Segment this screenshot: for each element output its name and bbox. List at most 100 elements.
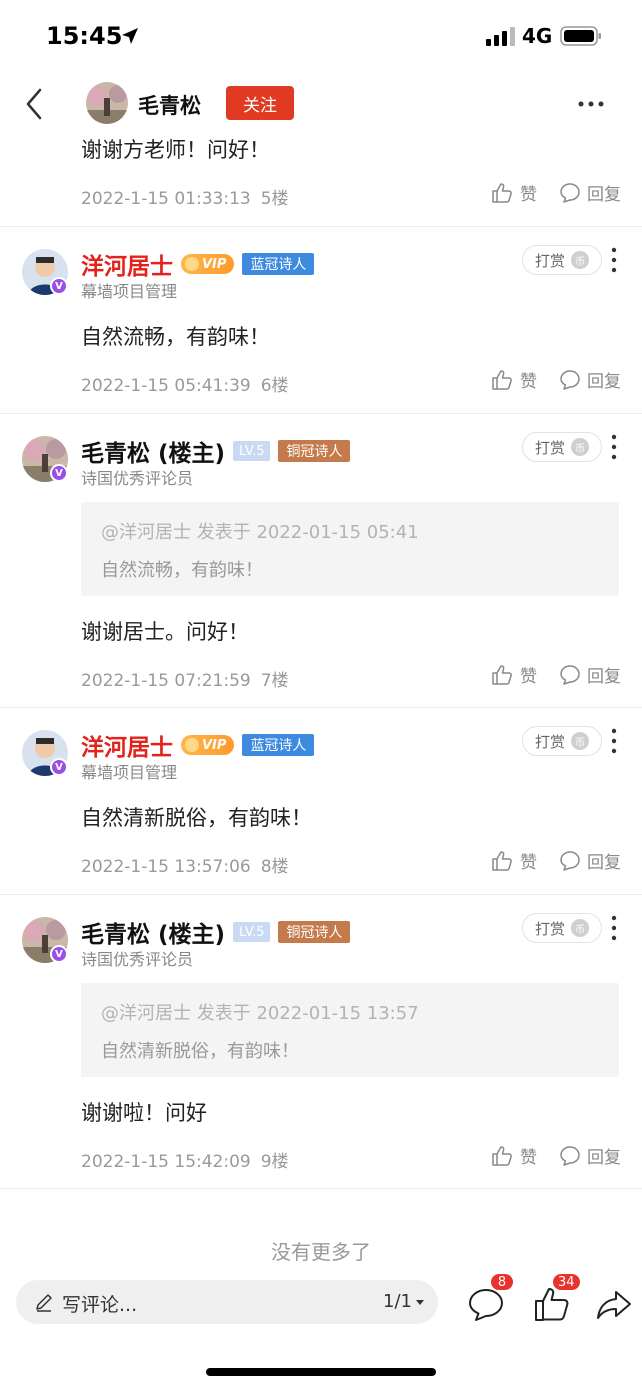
like-label: 赞 [520,667,537,687]
nav-bar: 毛青松 关注 [0,76,642,132]
like-button[interactable]: 赞 [490,180,537,205]
comment-meta: 2022-1-15 13:57:06 8楼 赞 回复 [81,848,621,878]
page-indicator[interactable]: 1/1 [383,1291,426,1312]
nav-author-name: 毛青松 [138,94,201,118]
author-line: 毛青松 (楼主) LV.5 铜冠诗人 [81,434,351,468]
comment-text: 自然流畅，有韵味！ [81,325,270,349]
quote-header: @洋河居士 发表于 2022-01-15 13:57 [101,1003,419,1024]
vip-coin-icon [185,738,199,752]
more-vertical-icon[interactable] [608,728,620,754]
author-name[interactable]: 洋河居士 [81,247,173,281]
vip-badge: VIP [181,254,235,274]
tip-button[interactable]: 打赏币 [522,432,602,462]
coin-icon: 币 [571,251,589,269]
vip-badge: VIP [181,735,235,755]
reply-label: 回复 [587,667,621,687]
vip-coin-icon [185,257,199,271]
more-vertical-icon[interactable] [608,434,620,460]
comment-bubble-icon [560,664,580,685]
verified-badge: V [50,277,68,295]
battery-icon [560,26,601,46]
reply-button[interactable]: 回复 [559,367,621,392]
comment-date: 2022-1-15 13:57:06 [81,857,251,877]
like-button[interactable]: 赞 [490,848,537,873]
comment-bubble-icon [560,850,580,871]
floor-number: 8楼 [260,857,289,877]
author-subtitle: 幕墙项目管理 [81,282,178,301]
reply-text: 谢谢方老师！问好！ [81,138,270,162]
comment-placeholder: 写评论... [62,1294,138,1316]
location-arrow-icon [122,28,138,44]
reply-label: 回复 [587,372,621,392]
reply-button[interactable]: 回复 [559,180,621,205]
title-tag: 铜冠诗人 [278,921,351,943]
home-indicator [206,1368,436,1376]
quote-header: @洋河居士 发表于 2022-01-15 05:41 [101,522,419,543]
reply-button[interactable]: 回复 [559,662,621,687]
comment-meta: 2022-1-15 07:21:59 7楼 赞 回复 [81,662,621,692]
floor-number: 7楼 [260,671,289,691]
like-count-badge: 34 [552,1273,581,1291]
comment-item: V 毛青松 (楼主) LV.5 铜冠诗人 诗国优秀评论员 打赏币 @洋河居士 发… [0,414,642,707]
no-more-label: 没有更多了 [271,1240,371,1264]
reply-label: 回复 [587,1148,621,1168]
follow-button[interactable]: 关注 [226,86,294,120]
reply-meta: 2022-1-15 01:33:13 5楼 赞 回复 [81,180,621,210]
level-tag: LV.5 [233,441,271,461]
verified-badge: V [50,945,68,963]
like-button[interactable]: 赞 [490,662,537,687]
comment-date: 2022-1-15 05:41:39 [81,376,251,396]
like-label: 赞 [520,185,537,205]
comment-bubble-icon [560,1145,580,1166]
reply-button[interactable]: 回复 [559,1143,621,1168]
comment-meta: 2022-1-15 15:42:09 9楼 赞 回复 [81,1143,621,1173]
back-arrow-icon[interactable] [22,86,46,122]
comment-input[interactable]: 写评论... 1/1 [16,1280,438,1324]
like-label: 赞 [520,1148,537,1168]
reply-button[interactable]: 回复 [559,848,621,873]
comment-item: V 洋河居士 VIP 蓝冠诗人 幕墙项目管理 打赏币 自然清新脱俗，有韵味！ 2… [0,708,642,894]
comment-meta: 2022-1-15 05:41:39 6楼 赞 回复 [81,367,621,397]
coin-icon: 币 [571,732,589,750]
nav-avatar[interactable] [86,82,128,124]
floor-number: 5楼 [260,189,289,209]
comment-text: 自然清新脱俗，有韵味！ [81,806,312,830]
coin-icon: 币 [571,919,589,937]
like-button[interactable]: 赞 [490,367,537,392]
like-button[interactable]: 赞 [490,1143,537,1168]
like-label: 赞 [520,853,537,873]
author-line: 洋河居士 VIP 蓝冠诗人 [81,247,315,281]
tip-button[interactable]: 打赏币 [522,913,602,943]
author-subtitle: 诗国优秀评论员 [81,950,194,969]
author-name[interactable]: 毛青松 (楼主) [81,434,225,468]
tip-button[interactable]: 打赏币 [522,726,602,756]
comment-item: V 毛青松 (楼主) LV.5 铜冠诗人 诗国优秀评论员 打赏币 @洋河居士 发… [0,895,642,1188]
author-name[interactable]: 洋河居士 [81,728,173,762]
like-label: 赞 [520,372,537,392]
comment-text: 谢谢啦！问好 [81,1101,207,1125]
comment-date: 2022-1-15 15:42:09 [81,1152,251,1172]
comment-bubble-icon [560,369,580,390]
author-line: 毛青松 (楼主) LV.5 铜冠诗人 [81,915,351,949]
status-time: 15:45 [46,22,123,50]
reply-date: 2022-1-15 01:33:13 [81,189,251,209]
title-tag: 蓝冠诗人 [242,734,315,756]
quote-body: 自然流畅，有韵味！ [101,560,263,581]
thumb-up-icon [492,182,512,203]
reply-label: 回复 [587,853,621,873]
comment-bubble-icon [560,182,580,203]
thumb-up-icon [492,850,512,871]
verified-badge: V [50,464,68,482]
share-icon[interactable] [594,1284,634,1324]
author-line: 洋河居士 VIP 蓝冠诗人 [81,728,315,762]
author-subtitle: 诗国优秀评论员 [81,469,194,488]
author-name[interactable]: 毛青松 (楼主) [81,915,225,949]
tip-button[interactable]: 打赏币 [522,245,602,275]
more-vertical-icon[interactable] [608,247,620,273]
floor-number: 9楼 [260,1152,289,1172]
quoted-reply: @洋河居士 发表于 2022-01-15 13:57 自然清新脱俗，有韵味！ [81,983,619,1077]
more-vertical-icon[interactable] [608,915,620,941]
more-icon[interactable] [576,90,606,118]
verified-badge: V [50,758,68,776]
author-subtitle: 幕墙项目管理 [81,763,178,782]
